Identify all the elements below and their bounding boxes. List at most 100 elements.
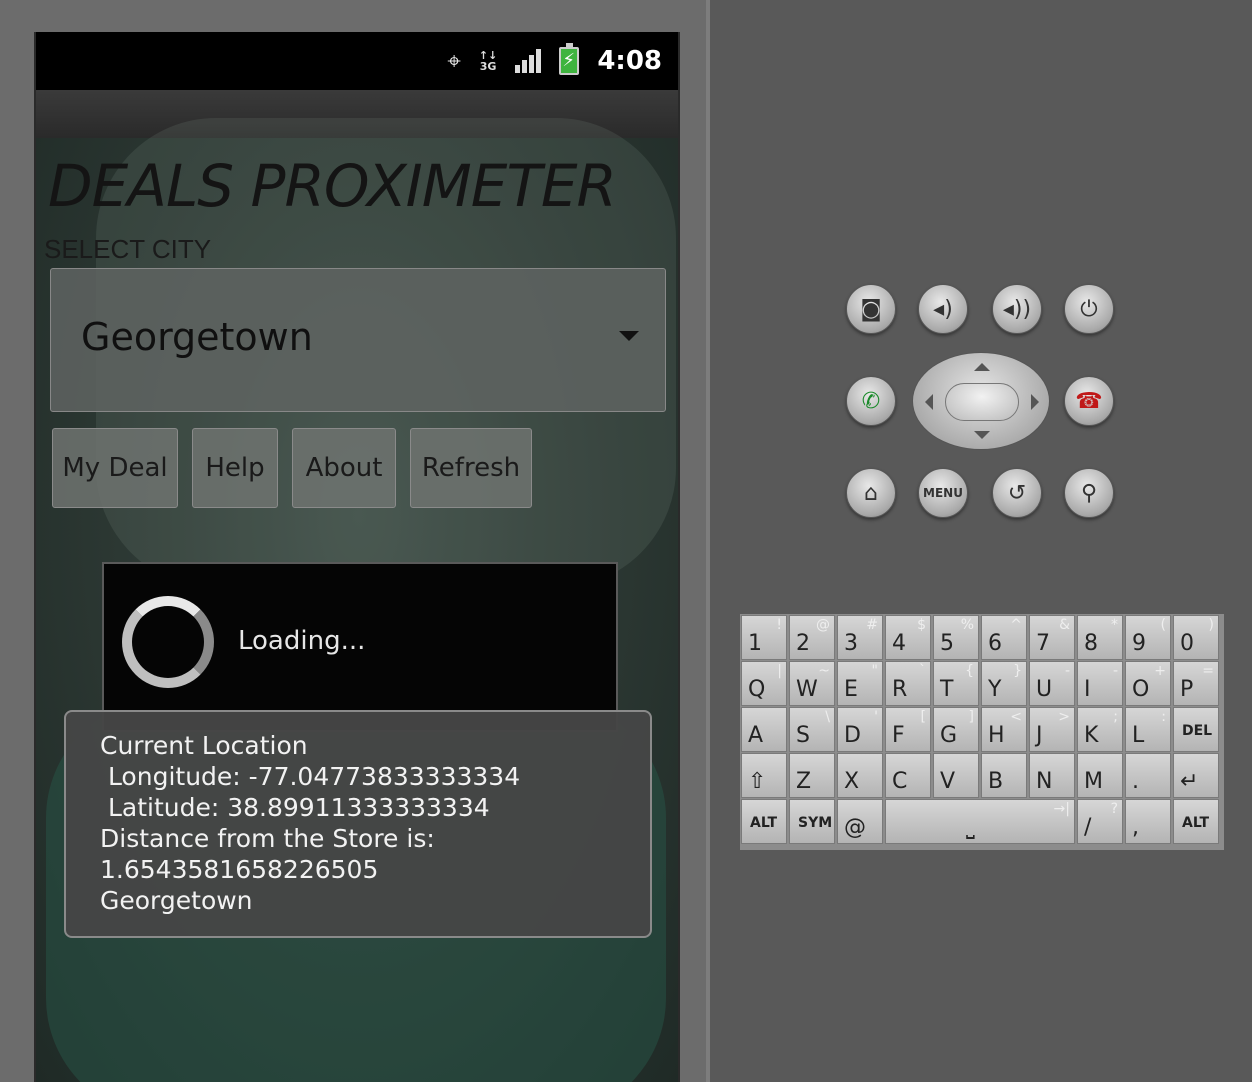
dpad-center-button[interactable] bbox=[945, 383, 1019, 421]
key-0-4[interactable]: 5% bbox=[933, 615, 979, 660]
key-alt-label: { bbox=[965, 663, 974, 679]
search-button[interactable]: ⚲ bbox=[1064, 468, 1114, 518]
key-alt-label: ' bbox=[874, 709, 878, 725]
key-2-7[interactable]: K; bbox=[1077, 707, 1123, 752]
app-content: DEALS PROXIMETER SELECT CITY Georgetown … bbox=[36, 118, 678, 1082]
key-1-0[interactable]: Q | bbox=[741, 661, 787, 706]
help-button[interactable]: Help bbox=[192, 428, 278, 508]
menu-button[interactable]: MENU bbox=[918, 468, 968, 518]
key-alt-label: ) bbox=[1208, 617, 1214, 633]
key-1-7[interactable]: I- bbox=[1077, 661, 1123, 706]
camera-button[interactable]: ◙ bbox=[846, 284, 896, 334]
dpad[interactable] bbox=[912, 352, 1050, 450]
key-alt-label: ^ bbox=[1010, 617, 1022, 633]
key-1-4[interactable]: T{ bbox=[933, 661, 979, 706]
key-alt-label: * bbox=[1111, 617, 1118, 633]
key-2-0[interactable]: A bbox=[741, 707, 787, 752]
key-3-1[interactable]: Z bbox=[789, 753, 835, 798]
key-label: @ bbox=[844, 815, 866, 840]
key-4-2[interactable]: @ bbox=[837, 799, 883, 844]
my-deal-button[interactable]: My Deal bbox=[52, 428, 178, 508]
volume-down-button[interactable]: ◂) bbox=[918, 284, 968, 334]
key-3-8[interactable]: . bbox=[1125, 753, 1171, 798]
key-alt-label: ! bbox=[776, 617, 782, 633]
toast-line: Longitude: -77.04773833333334 bbox=[100, 762, 521, 791]
loading-spinner-icon bbox=[122, 596, 214, 688]
key-label: Q bbox=[748, 677, 766, 702]
key-alt-label: & bbox=[1059, 617, 1070, 633]
key-2-4[interactable]: G] bbox=[933, 707, 979, 752]
back-button[interactable]: ↺ bbox=[992, 468, 1042, 518]
key-label: 3 bbox=[844, 631, 858, 656]
key-alt-label: ] bbox=[968, 709, 974, 725]
key-1-8[interactable]: O + bbox=[1125, 661, 1171, 706]
key-3-6[interactable]: N bbox=[1029, 753, 1075, 798]
key-1-5[interactable]: Y} bbox=[981, 661, 1027, 706]
refresh-button[interactable]: Refresh bbox=[410, 428, 532, 508]
key-4-6[interactable]: ALT bbox=[1173, 799, 1219, 844]
key-2-8[interactable]: L: bbox=[1125, 707, 1171, 752]
about-button[interactable]: About bbox=[292, 428, 396, 508]
key-3-2[interactable]: X bbox=[837, 753, 883, 798]
gps-icon: ⌖ bbox=[447, 47, 461, 75]
key-4-3[interactable]: ⎵ →| bbox=[885, 799, 1075, 844]
key-0-7[interactable]: 8 * bbox=[1077, 615, 1123, 660]
key-1-9[interactable]: P = bbox=[1173, 661, 1219, 706]
key-0-5[interactable]: 6 ^ bbox=[981, 615, 1027, 660]
chevron-down-icon bbox=[619, 331, 639, 341]
volume-up-button[interactable]: ◂)) bbox=[992, 284, 1042, 334]
key-3-3[interactable]: C bbox=[885, 753, 931, 798]
key-label: 8 bbox=[1084, 631, 1098, 656]
key-2-3[interactable]: F[ bbox=[885, 707, 931, 752]
key-alt-label: # bbox=[866, 617, 878, 633]
phone-screen: ⌖ ↑↓ 3G ⚡ 4:08 DEALS PROXIMETER SELECT C… bbox=[34, 32, 680, 1082]
city-spinner[interactable]: Georgetown bbox=[50, 268, 666, 412]
key-3-4[interactable]: V bbox=[933, 753, 979, 798]
call-button[interactable]: ✆ bbox=[846, 376, 896, 426]
key-1-3[interactable]: R ` bbox=[885, 661, 931, 706]
key-label: ALT bbox=[750, 815, 777, 831]
key-3-7[interactable]: M bbox=[1077, 753, 1123, 798]
dpad-left-icon[interactable] bbox=[925, 394, 933, 410]
key-0-6[interactable]: 7 & bbox=[1029, 615, 1075, 660]
key-2-6[interactable]: J > bbox=[1029, 707, 1075, 752]
key-3-5[interactable]: B bbox=[981, 753, 1027, 798]
dpad-up-icon[interactable] bbox=[974, 363, 990, 371]
key-1-6[interactable]: U- bbox=[1029, 661, 1075, 706]
power-button[interactable]: ⏻ bbox=[1064, 284, 1114, 334]
key-3-0[interactable]: ⇧ bbox=[741, 753, 787, 798]
key-3-9[interactable]: ↵ bbox=[1173, 753, 1219, 798]
status-bar: ⌖ ↑↓ 3G ⚡ 4:08 bbox=[36, 32, 678, 90]
key-label: N bbox=[1036, 769, 1053, 794]
key-0-2[interactable]: 3 # bbox=[837, 615, 883, 660]
key-0-3[interactable]: 4 $ bbox=[885, 615, 931, 660]
key-1-2[interactable]: E " bbox=[837, 661, 883, 706]
key-label: S bbox=[796, 723, 810, 748]
key-2-9[interactable]: DEL bbox=[1173, 707, 1219, 752]
key-4-0[interactable]: ALT bbox=[741, 799, 787, 844]
dpad-down-icon[interactable] bbox=[974, 431, 990, 439]
key-label: ALT bbox=[1182, 815, 1209, 831]
key-alt-label: ( bbox=[1160, 617, 1166, 633]
home-button[interactable]: ⌂ bbox=[846, 468, 896, 518]
dpad-right-icon[interactable] bbox=[1031, 394, 1039, 410]
key-4-5[interactable]: , bbox=[1125, 799, 1171, 844]
key-alt-label: | bbox=[777, 663, 782, 679]
key-0-0[interactable]: 1! bbox=[741, 615, 787, 660]
key-0-9[interactable]: 0) bbox=[1173, 615, 1219, 660]
key-2-5[interactable]: H < bbox=[981, 707, 1027, 752]
key-4-4[interactable]: /? bbox=[1077, 799, 1123, 844]
home-icon: ⌂ bbox=[864, 480, 878, 506]
key-0-8[interactable]: 9( bbox=[1125, 615, 1171, 660]
select-city-label: SELECT CITY bbox=[44, 234, 212, 264]
key-label: T bbox=[940, 677, 954, 702]
key-4-1[interactable]: SYM bbox=[789, 799, 835, 844]
key-label: W bbox=[796, 677, 818, 702]
key-2-2[interactable]: D ' bbox=[837, 707, 883, 752]
toast-line: Georgetown bbox=[100, 886, 253, 915]
key-1-1[interactable]: W ~ bbox=[789, 661, 835, 706]
key-2-1[interactable]: S \ bbox=[789, 707, 835, 752]
back-icon: ↺ bbox=[1007, 480, 1027, 506]
key-0-1[interactable]: 2 @ bbox=[789, 615, 835, 660]
end-call-button[interactable]: ☎ bbox=[1064, 376, 1114, 426]
